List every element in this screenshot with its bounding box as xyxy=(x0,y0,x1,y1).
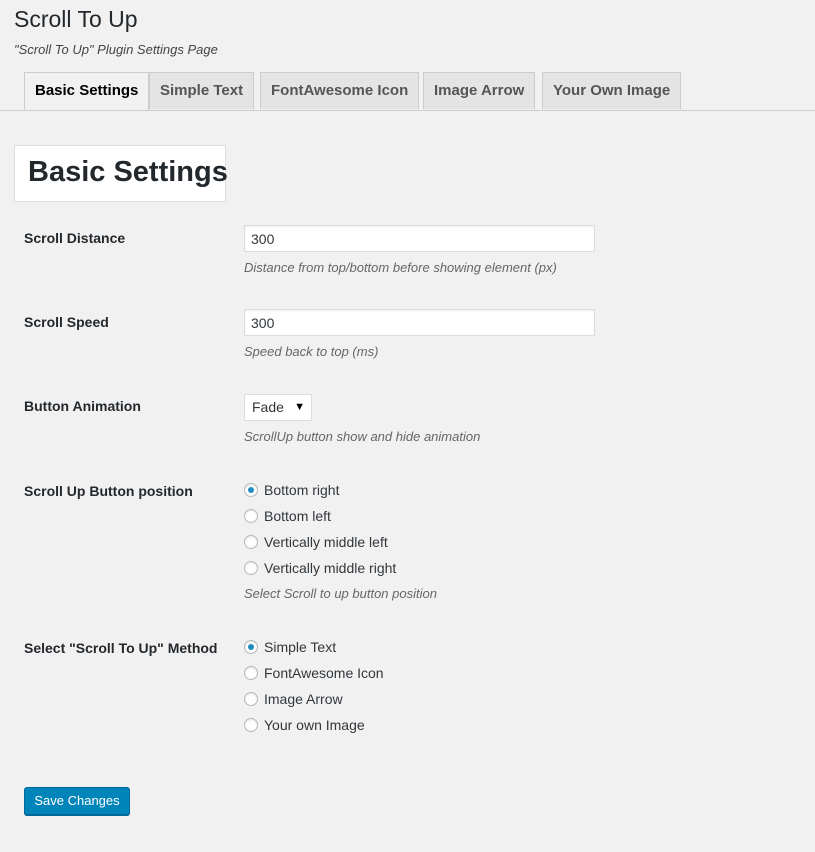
section-heading-box: Basic Settings xyxy=(14,145,228,202)
page-subtitle: "Scroll To Up" Plugin Settings Page xyxy=(14,42,218,57)
button-animation-select[interactable]: Fade ▼ xyxy=(244,394,312,421)
radio-label: Simple Text xyxy=(264,639,337,655)
scroll-distance-description: Distance from top/bottom before showing … xyxy=(244,260,557,275)
tab-fontawesome-icon[interactable]: FontAwesome Icon xyxy=(260,72,420,109)
radio-checked-icon[interactable] xyxy=(244,483,258,497)
method-label: Select "Scroll To Up" Method xyxy=(24,640,218,656)
radio-unchecked-icon[interactable] xyxy=(244,718,258,732)
dropdown-arrow-icon: ▼ xyxy=(294,401,305,413)
radio-method-your-own-image[interactable]: Your own Image xyxy=(244,715,365,735)
radio-label: Your own Image xyxy=(264,717,365,733)
button-animation-description: ScrollUp button show and hide animation xyxy=(244,429,481,444)
radio-position-bottom-right[interactable]: Bottom right xyxy=(244,480,339,500)
tab-basic-settings[interactable]: Basic Settings xyxy=(24,72,150,110)
radio-label: Vertically middle left xyxy=(264,534,388,550)
scroll-speed-label: Scroll Speed xyxy=(24,314,109,330)
radio-label: Vertically middle right xyxy=(264,560,397,576)
button-position-description: Select Scroll to up button position xyxy=(244,586,437,601)
page-title: Scroll To Up xyxy=(14,6,138,32)
radio-label: Bottom right xyxy=(264,482,340,498)
button-animation-selected: Fade xyxy=(252,399,284,415)
radio-position-middle-right[interactable]: Vertically middle right xyxy=(244,558,396,578)
radio-label: FontAwesome Icon xyxy=(264,665,384,681)
scroll-distance-input[interactable] xyxy=(244,225,595,252)
scroll-speed-input[interactable] xyxy=(244,309,595,336)
radio-method-image-arrow[interactable]: Image Arrow xyxy=(244,689,343,709)
radio-unchecked-icon[interactable] xyxy=(244,535,258,549)
section-title: Basic Settings xyxy=(28,156,228,188)
tab-image-arrow[interactable]: Image Arrow xyxy=(423,72,536,109)
save-changes-button[interactable]: Save Changes xyxy=(24,787,130,815)
radio-label: Image Arrow xyxy=(264,691,343,707)
radio-unchecked-icon[interactable] xyxy=(244,692,258,706)
scroll-distance-label: Scroll Distance xyxy=(24,230,126,246)
button-animation-label: Button Animation xyxy=(24,398,141,414)
radio-method-simple-text[interactable]: Simple Text xyxy=(244,637,336,657)
button-position-label: Scroll Up Button position xyxy=(24,483,193,499)
radio-position-bottom-left[interactable]: Bottom left xyxy=(244,506,331,526)
radio-position-middle-left[interactable]: Vertically middle left xyxy=(244,532,388,552)
radio-unchecked-icon[interactable] xyxy=(244,561,258,575)
tab-your-own-image[interactable]: Your Own Image xyxy=(542,72,682,109)
radio-label: Bottom left xyxy=(264,508,331,524)
scroll-speed-description: Speed back to top (ms) xyxy=(244,344,379,359)
radio-unchecked-icon[interactable] xyxy=(244,509,258,523)
tab-simple-text[interactable]: Simple Text xyxy=(149,72,255,109)
settings-tabs: Basic Settings Simple Text FontAwesome I… xyxy=(0,72,815,111)
radio-checked-icon[interactable] xyxy=(244,640,258,654)
radio-method-fontawesome-icon[interactable]: FontAwesome Icon xyxy=(244,663,384,683)
radio-unchecked-icon[interactable] xyxy=(244,666,258,680)
